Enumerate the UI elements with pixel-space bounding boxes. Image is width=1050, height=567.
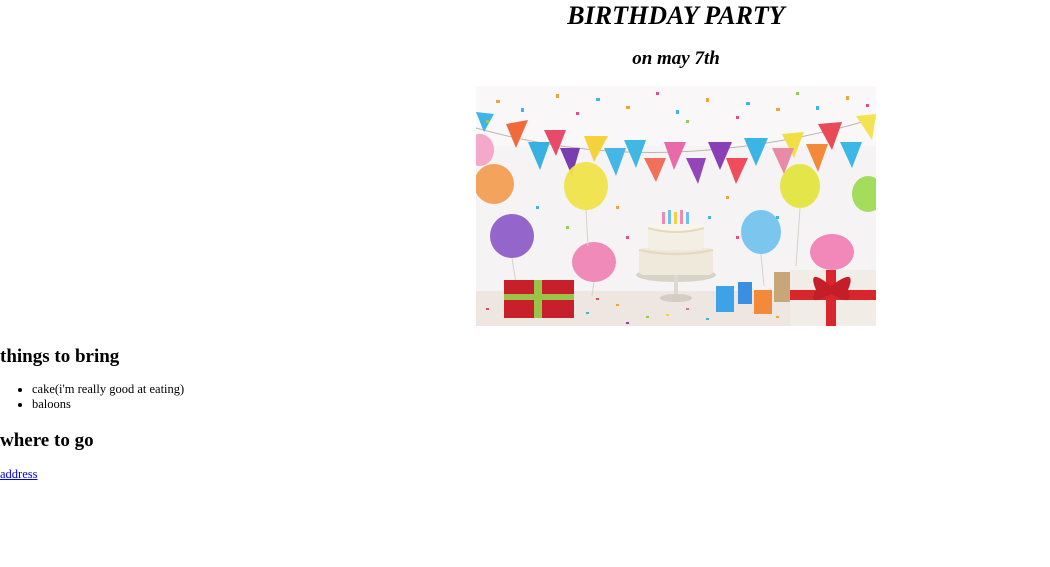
page-subtitle: on may 7th — [632, 48, 720, 69]
things-to-bring-heading: things to bring — [0, 346, 120, 367]
where-to-go-heading: where to go — [0, 430, 94, 451]
list-item: baloons — [32, 397, 184, 412]
page-title: BIRTHDAY PARTY — [567, 1, 785, 30]
list-item: cake(i'm really good at eating) — [32, 382, 184, 397]
things-to-bring-list: cake(i'm really good at eating) baloons — [0, 382, 184, 412]
birthday-party-image — [476, 86, 876, 326]
address-link[interactable]: address — [0, 467, 38, 482]
